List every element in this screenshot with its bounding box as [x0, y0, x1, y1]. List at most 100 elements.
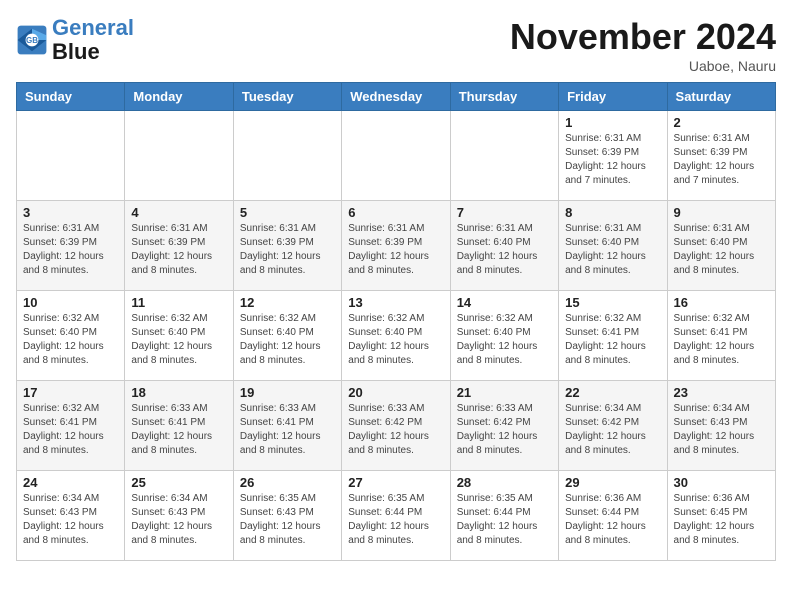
day-info: Sunrise: 6:35 AM Sunset: 6:44 PM Dayligh… — [457, 492, 552, 548]
title-block: November 2024 Uaboe, Nauru — [510, 16, 776, 74]
day-number: 16 — [674, 295, 769, 310]
calendar-cell: 3 Sunrise: 6:31 AM Sunset: 6:39 PM Daylig… — [17, 201, 125, 291]
weekday-monday: Monday — [125, 83, 233, 111]
day-info: Sunrise: 6:33 AM Sunset: 6:41 PM Dayligh… — [240, 402, 335, 458]
week-row-2: 3 Sunrise: 6:31 AM Sunset: 6:39 PM Daylig… — [17, 201, 776, 291]
day-number: 2 — [674, 115, 769, 130]
svg-text:GB: GB — [26, 36, 38, 45]
day-number: 18 — [131, 385, 226, 400]
calendar-cell: 19 Sunrise: 6:33 AM Sunset: 6:41 PM Dayli… — [233, 381, 341, 471]
day-info: Sunrise: 6:34 AM Sunset: 6:42 PM Dayligh… — [565, 402, 660, 458]
weekday-thursday: Thursday — [450, 83, 558, 111]
day-number: 12 — [240, 295, 335, 310]
calendar-cell: 8Sunrise: 6:31 AM Sunset: 6:40 PM Daylig… — [559, 201, 667, 291]
day-number: 30 — [674, 475, 769, 490]
calendar-cell: 6Sunrise: 6:31 AM Sunset: 6:39 PM Daylig… — [342, 201, 450, 291]
day-info: Sunrise: 6:35 AM Sunset: 6:43 PM Dayligh… — [240, 492, 335, 548]
calendar-cell: 21Sunrise: 6:33 AM Sunset: 6:42 PM Dayli… — [450, 381, 558, 471]
day-info: Sunrise: 6:31 AM Sunset: 6:39 PM Dayligh… — [240, 222, 335, 278]
calendar-header: SundayMondayTuesdayWednesdayThursdayFrid… — [17, 83, 776, 111]
calendar-cell: 27 Sunrise: 6:35 AM Sunset: 6:44 PM Dayli… — [342, 471, 450, 561]
day-info: Sunrise: 6:31 AM Sunset: 6:39 PM Dayligh… — [23, 222, 118, 278]
day-info: Sunrise: 6:31 AM Sunset: 6:39 PM Dayligh… — [565, 132, 660, 188]
day-info: Sunrise: 6:31 AM Sunset: 6:40 PM Dayligh… — [457, 222, 552, 278]
day-number: 9 — [674, 205, 769, 220]
day-number: 4 — [131, 205, 226, 220]
logo-line1: General — [52, 15, 134, 40]
calendar-cell: 10Sunrise: 6:32 AM Sunset: 6:40 PM Dayli… — [17, 291, 125, 381]
day-info: Sunrise: 6:32 AM Sunset: 6:40 PM Dayligh… — [348, 312, 443, 368]
day-info: Sunrise: 6:34 AM Sunset: 6:43 PM Dayligh… — [131, 492, 226, 548]
week-row-1: 1 Sunrise: 6:31 AM Sunset: 6:39 PM Daylig… — [17, 111, 776, 201]
day-info: Sunrise: 6:34 AM Sunset: 6:43 PM Dayligh… — [674, 402, 769, 458]
day-number: 10 — [23, 295, 118, 310]
calendar-cell: 16 Sunrise: 6:32 AM Sunset: 6:41 PM Dayli… — [667, 291, 775, 381]
day-number: 22 — [565, 385, 660, 400]
calendar-cell: 2 Sunrise: 6:31 AM Sunset: 6:39 PM Daylig… — [667, 111, 775, 201]
day-number: 27 — [348, 475, 443, 490]
calendar-cell — [342, 111, 450, 201]
day-info: Sunrise: 6:34 AM Sunset: 6:43 PM Dayligh… — [23, 492, 118, 548]
logo-icon: GB — [16, 24, 48, 56]
day-info: Sunrise: 6:36 AM Sunset: 6:45 PM Dayligh… — [674, 492, 769, 548]
day-info: Sunrise: 6:31 AM Sunset: 6:40 PM Dayligh… — [674, 222, 769, 278]
calendar-cell: 26Sunrise: 6:35 AM Sunset: 6:43 PM Dayli… — [233, 471, 341, 561]
calendar-cell: 18 Sunrise: 6:33 AM Sunset: 6:41 PM Dayli… — [125, 381, 233, 471]
day-info: Sunrise: 6:35 AM Sunset: 6:44 PM Dayligh… — [348, 492, 443, 548]
day-info: Sunrise: 6:33 AM Sunset: 6:42 PM Dayligh… — [348, 402, 443, 458]
calendar-cell — [17, 111, 125, 201]
day-number: 3 — [23, 205, 118, 220]
logo-text: General Blue — [52, 16, 134, 64]
day-number: 15 — [565, 295, 660, 310]
calendar-cell — [125, 111, 233, 201]
day-info: Sunrise: 6:31 AM Sunset: 6:39 PM Dayligh… — [674, 132, 769, 188]
day-info: Sunrise: 6:32 AM Sunset: 6:41 PM Dayligh… — [674, 312, 769, 368]
location: Uaboe, Nauru — [510, 58, 776, 74]
calendar-cell: 24 Sunrise: 6:34 AM Sunset: 6:43 PM Dayli… — [17, 471, 125, 561]
weekday-sunday: Sunday — [17, 83, 125, 111]
month-title: November 2024 — [510, 16, 776, 58]
day-number: 28 — [457, 475, 552, 490]
weekday-header-row: SundayMondayTuesdayWednesdayThursdayFrid… — [17, 83, 776, 111]
day-number: 13 — [348, 295, 443, 310]
day-number: 11 — [131, 295, 226, 310]
day-number: 1 — [565, 115, 660, 130]
day-number: 20 — [348, 385, 443, 400]
calendar-cell: 28 Sunrise: 6:35 AM Sunset: 6:44 PM Dayli… — [450, 471, 558, 561]
day-number: 21 — [457, 385, 552, 400]
calendar-cell: 9 Sunrise: 6:31 AM Sunset: 6:40 PM Daylig… — [667, 201, 775, 291]
calendar-cell: 29Sunrise: 6:36 AM Sunset: 6:44 PM Dayli… — [559, 471, 667, 561]
calendar-cell: 12Sunrise: 6:32 AM Sunset: 6:40 PM Dayli… — [233, 291, 341, 381]
weekday-friday: Friday — [559, 83, 667, 111]
calendar-cell: 13 Sunrise: 6:32 AM Sunset: 6:40 PM Dayli… — [342, 291, 450, 381]
day-info: Sunrise: 6:33 AM Sunset: 6:41 PM Dayligh… — [131, 402, 226, 458]
calendar-cell: 11 Sunrise: 6:32 AM Sunset: 6:40 PM Dayli… — [125, 291, 233, 381]
day-info: Sunrise: 6:32 AM Sunset: 6:41 PM Dayligh… — [565, 312, 660, 368]
day-number: 23 — [674, 385, 769, 400]
calendar-cell: 25 Sunrise: 6:34 AM Sunset: 6:43 PM Dayli… — [125, 471, 233, 561]
day-number: 5 — [240, 205, 335, 220]
day-number: 19 — [240, 385, 335, 400]
calendar-cell: 14Sunrise: 6:32 AM Sunset: 6:40 PM Dayli… — [450, 291, 558, 381]
day-info: Sunrise: 6:32 AM Sunset: 6:41 PM Dayligh… — [23, 402, 118, 458]
weekday-saturday: Saturday — [667, 83, 775, 111]
calendar-table: SundayMondayTuesdayWednesdayThursdayFrid… — [16, 82, 776, 561]
day-number: 25 — [131, 475, 226, 490]
weekday-tuesday: Tuesday — [233, 83, 341, 111]
page-header: GB General Blue November 2024 Uaboe, Nau… — [16, 16, 776, 74]
calendar-body: 1 Sunrise: 6:31 AM Sunset: 6:39 PM Daylig… — [17, 111, 776, 561]
week-row-5: 24 Sunrise: 6:34 AM Sunset: 6:43 PM Dayli… — [17, 471, 776, 561]
calendar-cell: 7 Sunrise: 6:31 AM Sunset: 6:40 PM Daylig… — [450, 201, 558, 291]
calendar-cell: 4Sunrise: 6:31 AM Sunset: 6:39 PM Daylig… — [125, 201, 233, 291]
calendar-cell — [233, 111, 341, 201]
day-info: Sunrise: 6:32 AM Sunset: 6:40 PM Dayligh… — [131, 312, 226, 368]
day-info: Sunrise: 6:31 AM Sunset: 6:39 PM Dayligh… — [348, 222, 443, 278]
day-number: 8 — [565, 205, 660, 220]
calendar-cell: 5 Sunrise: 6:31 AM Sunset: 6:39 PM Daylig… — [233, 201, 341, 291]
day-number: 24 — [23, 475, 118, 490]
calendar-cell: 20 Sunrise: 6:33 AM Sunset: 6:42 PM Dayli… — [342, 381, 450, 471]
week-row-3: 10 Sunrise: 6:32 AM Sunset: 6:40 PM Dayli… — [17, 291, 776, 381]
day-number: 7 — [457, 205, 552, 220]
calendar-cell: 17Sunrise: 6:32 AM Sunset: 6:41 PM Dayli… — [17, 381, 125, 471]
logo: GB General Blue — [16, 16, 134, 64]
